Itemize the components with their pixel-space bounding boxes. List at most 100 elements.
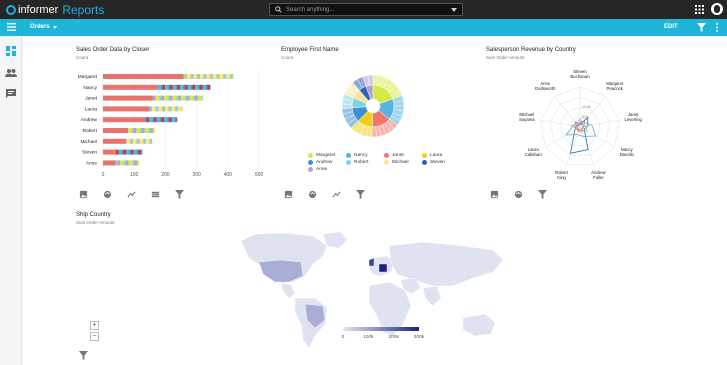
- zoom-in-button[interactable]: +: [90, 321, 99, 330]
- radar-axis-label: Margaret Peacock: [606, 81, 624, 91]
- bar-segment: [169, 117, 172, 123]
- bar-segment: [178, 95, 181, 101]
- orders-dropdown[interactable]: Orders: [30, 24, 57, 30]
- apps-grid-icon[interactable]: [695, 5, 704, 14]
- bar-segment: [181, 106, 183, 112]
- bar-segment: [171, 117, 176, 123]
- radar-series-line: [571, 121, 586, 133]
- bar-segment: [162, 106, 166, 112]
- search-dropdown-icon[interactable]: [451, 8, 457, 12]
- y-category-label: Margaret: [78, 74, 98, 80]
- legend-item[interactable]: Steven: [422, 160, 445, 165]
- bar-segment: [183, 74, 185, 79]
- ship-country-map: 0 100k 200k 300k: [240, 231, 504, 349]
- legend-item[interactable]: Anne: [308, 167, 327, 172]
- bar-segment: [152, 117, 155, 123]
- edit-button[interactable]: EDIT: [664, 24, 678, 30]
- sunburst-slice: [371, 109, 390, 128]
- search-input[interactable]: Search anything...: [269, 3, 463, 16]
- sunburst-outer-slice: [371, 126, 377, 138]
- legend-item[interactable]: Michael: [384, 160, 409, 165]
- filter-icon[interactable]: [175, 186, 184, 199]
- sunburst-outer-slice: [372, 74, 379, 86]
- bar-segment: [201, 95, 203, 101]
- radar-spoke: [579, 126, 594, 165]
- legend-item[interactable]: Andrew: [308, 160, 332, 165]
- filter-icon[interactable]: [79, 351, 88, 360]
- sunburst-outer-slice: [392, 109, 404, 117]
- filter-icon[interactable]: [356, 186, 365, 199]
- bar-segment: [134, 160, 138, 166]
- y-category-label: Michael: [80, 139, 97, 145]
- sunburst-outer-slice: [344, 89, 356, 99]
- sunburst-slice: [358, 85, 371, 102]
- palette-icon[interactable]: [514, 186, 523, 199]
- sunburst-outer-slice: [383, 78, 394, 91]
- bar-segment: [133, 128, 137, 133]
- legend-item[interactable]: Margaret: [308, 153, 335, 158]
- filter-icon[interactable]: [538, 186, 547, 199]
- app-logo[interactable]: informer Reports: [6, 3, 104, 17]
- radar-axis-label: Anne Dodsworth: [535, 81, 556, 91]
- trend-icon[interactable]: [332, 186, 341, 198]
- image-icon[interactable]: [79, 186, 88, 199]
- legend-item[interactable]: Nancy: [346, 153, 368, 158]
- bar-segment: [126, 138, 130, 144]
- dashboard-icon[interactable]: [5, 45, 17, 57]
- radar-axis-label: Andrew Fuller: [591, 170, 606, 180]
- legend-item[interactable]: Robert: [346, 160, 368, 165]
- table-icon[interactable]: [151, 186, 160, 198]
- bar-segment: [157, 84, 162, 90]
- bar-segment: [195, 84, 199, 90]
- bar-segment: [149, 117, 153, 123]
- sunburst-outer-slice: [360, 124, 369, 137]
- bar-segment: [123, 160, 126, 166]
- sunburst-slice: [353, 89, 369, 104]
- people-icon[interactable]: [5, 67, 17, 79]
- bar-segment: [181, 95, 185, 101]
- bar-segment: [168, 84, 171, 90]
- bar-segment: [158, 106, 162, 112]
- map-region-usa: [258, 259, 304, 283]
- map-region-brazil: [304, 303, 326, 329]
- bar-segment: [156, 106, 159, 112]
- zoom-out-button[interactable]: −: [90, 332, 99, 341]
- map-scale-tick: 300k: [414, 334, 425, 340]
- avatar[interactable]: [711, 3, 723, 15]
- bar-segment: [167, 117, 170, 123]
- legend-swatch: [308, 167, 313, 172]
- widget-title: Sales Order Data by Closer: [76, 47, 150, 53]
- bar-segment: [232, 74, 235, 79]
- bar-segment: [129, 138, 131, 144]
- y-category-label: Andrew: [81, 117, 98, 123]
- more-vert-icon[interactable]: [715, 23, 719, 32]
- map-region-germany: [378, 263, 388, 273]
- bar-segment: [159, 95, 162, 101]
- bar-segment: [185, 84, 188, 90]
- legend-label: Laura: [430, 153, 443, 158]
- widget-subtitle: Count: [76, 55, 89, 60]
- bar-segment: [116, 149, 119, 155]
- menu-icon[interactable]: [7, 23, 16, 31]
- bar-segment: [183, 84, 186, 90]
- bar-segment: [137, 160, 140, 166]
- legend-swatch: [308, 160, 313, 165]
- bar-segment: [103, 95, 153, 101]
- image-icon[interactable]: [284, 186, 293, 199]
- map-region-south-asia: [422, 285, 442, 307]
- bar-segment: [132, 138, 137, 144]
- palette-icon[interactable]: [308, 186, 317, 199]
- sunburst-outer-slice: [389, 115, 401, 126]
- trend-icon[interactable]: [127, 186, 136, 198]
- map-region-europe: [368, 255, 396, 277]
- bar-segment: [176, 95, 179, 101]
- y-category-label: Nancy: [83, 85, 97, 91]
- filter-icon[interactable]: [697, 23, 706, 32]
- bar-segment: [172, 84, 177, 90]
- palette-icon[interactable]: [103, 186, 112, 199]
- image-icon[interactable]: [490, 186, 499, 199]
- bar-segment: [154, 117, 157, 123]
- legend-item[interactable]: Janet: [384, 153, 404, 158]
- chat-icon[interactable]: [5, 88, 17, 100]
- legend-item[interactable]: Laura: [422, 153, 442, 158]
